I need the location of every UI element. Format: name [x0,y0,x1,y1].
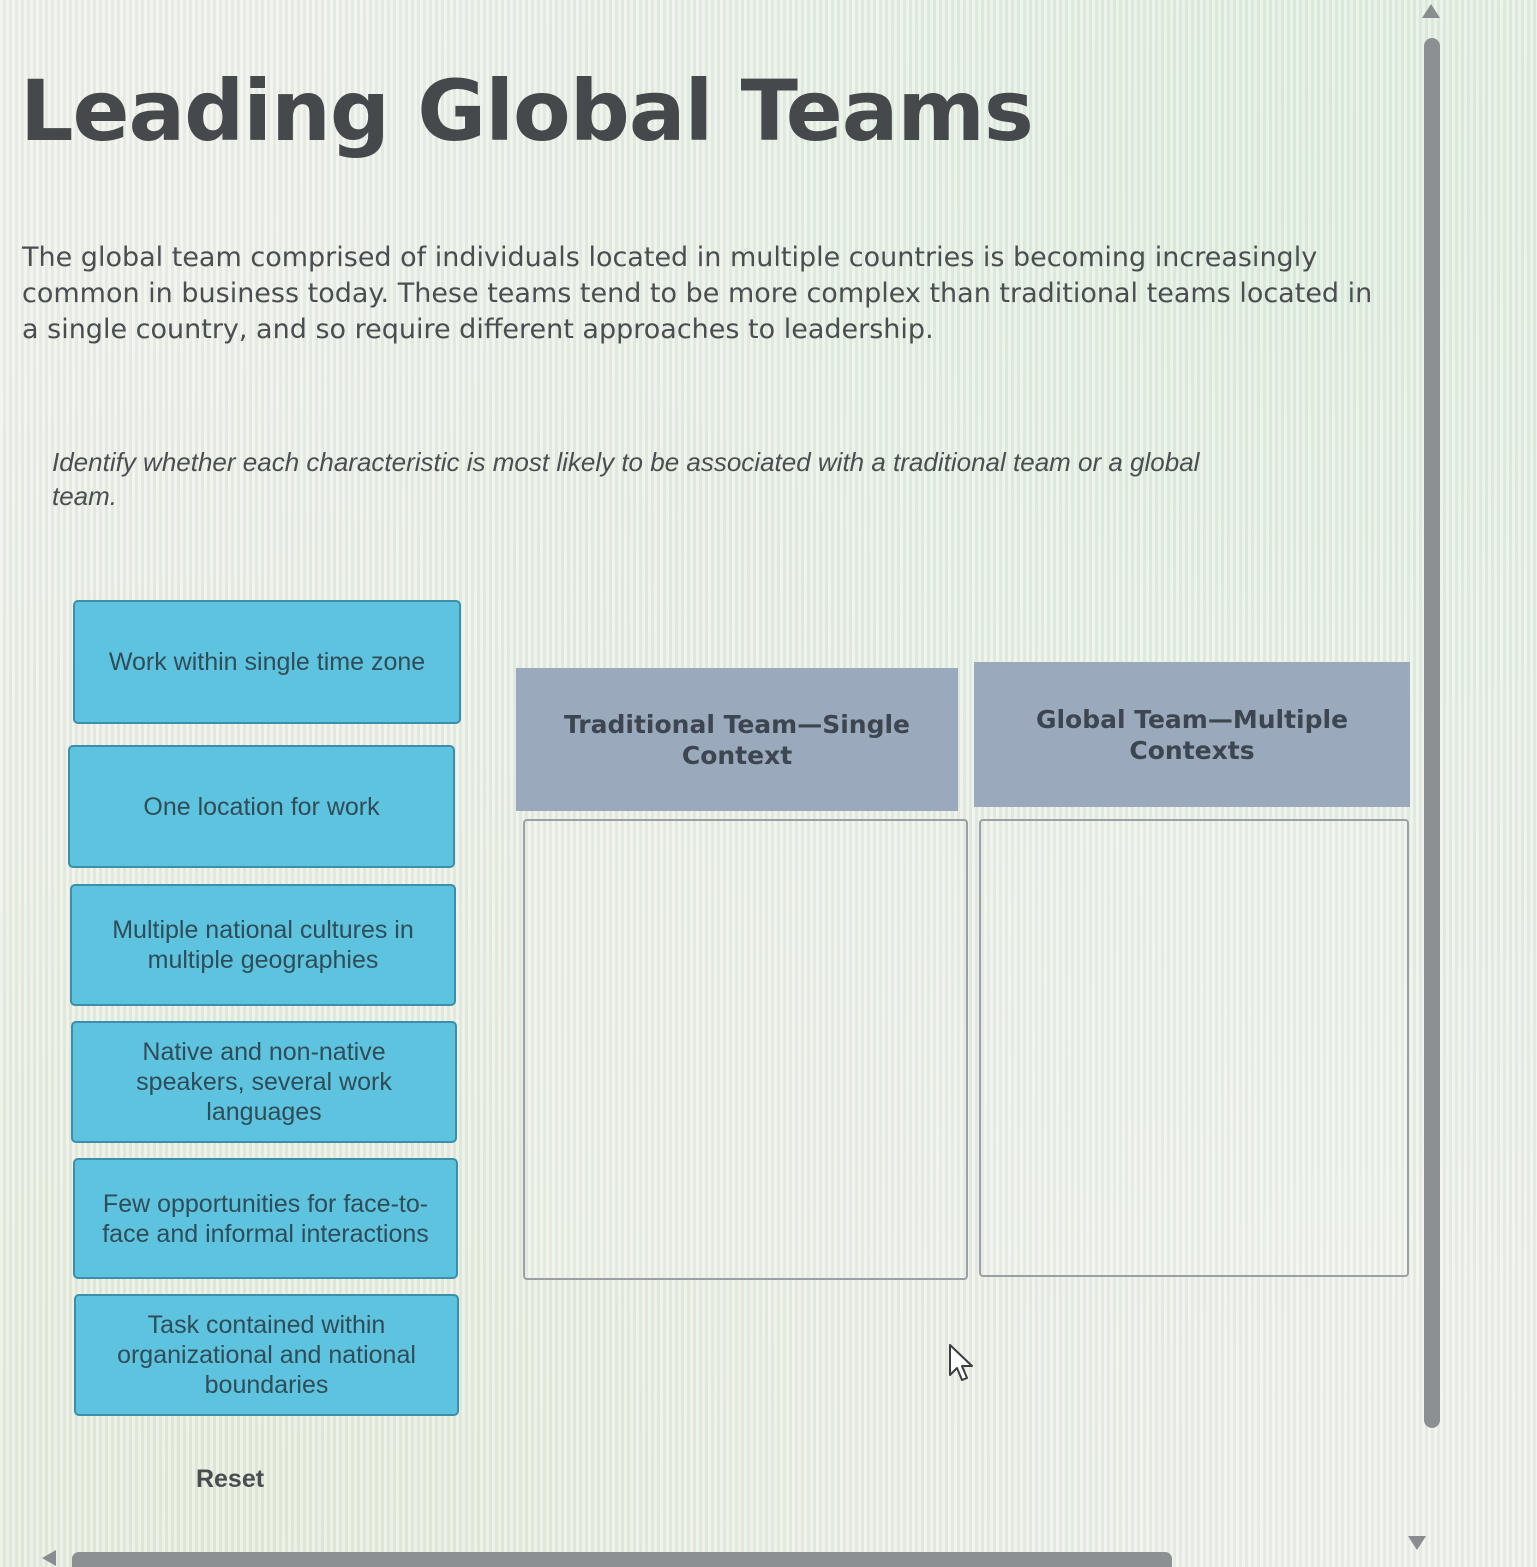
horizontal-scroll-thumb[interactable] [72,1552,1172,1567]
card-label: Work within single time zone [108,648,426,676]
card-label: Native and non-native speakers, several … [136,1038,392,1126]
chevron-up-icon[interactable] [1422,4,1440,18]
chevron-left-icon[interactable] [42,1550,56,1566]
card-label: Task contained within organizational and… [117,1311,416,1399]
instructions-text: Identify whether each characteristic is … [52,447,1200,511]
card-label: Few opportunities for face-to-face and i… [102,1189,429,1248]
chevron-down-icon[interactable] [1408,1536,1426,1550]
mouse-pointer-icon [949,1344,973,1381]
column-header-global: Global Team—Multiple Contexts [974,662,1410,807]
reset-button[interactable]: Reset [170,1458,290,1500]
drop-zone-traditional[interactable] [523,819,968,1280]
vertical-scroll-thumb[interactable] [1424,38,1440,1428]
drag-card-single-time-zone[interactable]: Work within single time zone [73,600,461,724]
column-header-label: Global Team—Multiple Contexts [1035,704,1349,765]
card-label: Multiple national cultures in multiple g… [112,916,414,974]
drag-card-few-face-to-face[interactable]: Few opportunities for face-to-face and i… [73,1158,458,1279]
drop-zone-global[interactable] [979,819,1409,1277]
column-header-label: Traditional Team—Single Context [563,709,910,770]
drag-card-multiple-cultures[interactable]: Multiple national cultures in multiple g… [70,884,456,1006]
page-title: Leading Global Teams [20,62,1034,160]
drag-card-one-location[interactable]: One location for work [68,745,455,868]
drag-card-native-speakers[interactable]: Native and non-native speakers, several … [71,1021,457,1143]
drag-card-task-contained[interactable]: Task contained within organizational and… [74,1294,459,1416]
column-header-traditional: Traditional Team—Single Context [516,668,958,811]
intro-paragraph: The global team comprised of individuals… [22,242,1373,345]
card-label: One location for work [143,792,380,821]
